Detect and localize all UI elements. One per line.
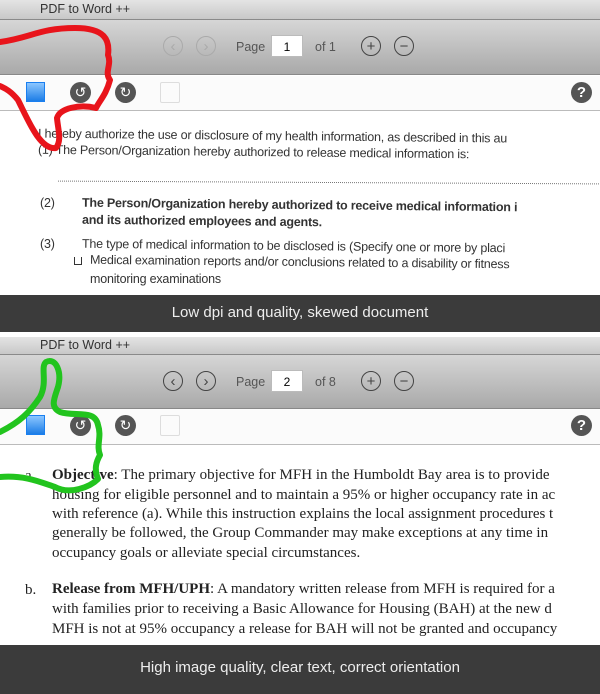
list-marker: b.: [25, 582, 37, 598]
page-count: of 1: [315, 40, 336, 54]
minus-circle-icon[interactable]: −: [394, 36, 414, 56]
list-marker: a.: [25, 468, 36, 484]
rotate-right-icon[interactable]: ↻: [115, 82, 136, 103]
caption: High image quality, clear text, correct …: [0, 645, 600, 694]
image-select-icon[interactable]: [26, 82, 45, 102]
rotate-left-icon[interactable]: ↺: [70, 82, 91, 103]
doc-line: (1) The Person/Organization hereby autho…: [37, 142, 470, 162]
doc-line: with reference (a). While this instructi…: [52, 506, 554, 522]
page-count: of 8: [315, 375, 336, 389]
page-input[interactable]: 2: [271, 370, 303, 392]
doc-line: The Person/Organization hereby authorize…: [81, 195, 518, 215]
minus-circle-icon[interactable]: −: [394, 371, 414, 391]
doc-line: (3): [40, 237, 55, 251]
doc-line: generally be followed, the Group Command…: [52, 525, 549, 541]
window-title: PDF to Word ++: [0, 337, 600, 355]
icon-bar: ↺ ↻ ?: [0, 76, 600, 111]
divider: [58, 180, 600, 185]
remove-image-icon[interactable]: [160, 82, 180, 103]
doc-text: : A mandatory written release from MFH i…: [210, 581, 555, 597]
doc-line: (2): [40, 196, 55, 210]
heading-objective: Objective: [52, 467, 114, 483]
rotate-left-icon[interactable]: ↺: [70, 415, 91, 436]
page-label: Page: [236, 40, 266, 54]
plus-circle-icon[interactable]: +: [361, 36, 381, 56]
doc-line: Medical examination reports and/or concl…: [89, 252, 510, 272]
checkbox: [74, 257, 82, 265]
page-input[interactable]: 1: [271, 35, 303, 57]
panel-high-quality: PDF to Word ++ ‹ › Page 2 of 8 + − ↺ ↻ ?…: [0, 337, 600, 694]
remove-image-icon[interactable]: [160, 415, 180, 436]
toolbar: ‹ › Page 2 of 8 + −: [0, 355, 600, 409]
chevron-right-icon[interactable]: ›: [196, 36, 216, 56]
chevron-left-icon[interactable]: ‹: [163, 36, 183, 56]
doc-line: occupancy goals or alleviate special cir…: [52, 545, 361, 561]
doc-line: and its authorized employees and agents.: [81, 212, 323, 230]
panel-low-quality: PDF to Word ++ ‹ › Page 1 of 1 + − ↺ ↻ ?…: [0, 0, 600, 332]
plus-circle-icon[interactable]: +: [361, 371, 381, 391]
doc-line: housing for eligible personnel and to ma…: [52, 487, 556, 503]
doc-line: monitoring examinations: [90, 272, 221, 286]
doc-line: Objective: The primary objective for MFH…: [52, 467, 550, 484]
caption: Low dpi and quality, skewed document: [0, 295, 600, 332]
doc-line: Release from MFH/UPH: A mandatory writte…: [52, 581, 555, 598]
document-view: I hereby authorize the use or disclosure…: [0, 111, 600, 295]
doc-text: : The primary objective for MFH in the H…: [113, 467, 550, 483]
chevron-right-icon[interactable]: ›: [196, 371, 216, 391]
rotate-right-icon[interactable]: ↻: [115, 415, 136, 436]
icon-bar: ↺ ↻ ?: [0, 409, 600, 445]
doc-line: with families prior to receiving a Basic…: [52, 601, 552, 617]
doc-line: MFH is not at 95% occupancy a release fo…: [52, 621, 558, 637]
heading-release: Release from MFH/UPH: [52, 581, 211, 597]
document-view: a. Objective: The primary objective for …: [0, 445, 600, 645]
toolbar: ‹ › Page 1 of 1 + −: [0, 20, 600, 75]
window-title: PDF to Word ++: [0, 0, 600, 20]
page-label: Page: [236, 375, 266, 389]
help-icon[interactable]: ?: [571, 415, 592, 436]
image-select-icon[interactable]: [26, 415, 45, 435]
chevron-left-icon[interactable]: ‹: [163, 371, 183, 391]
help-icon[interactable]: ?: [571, 82, 592, 103]
